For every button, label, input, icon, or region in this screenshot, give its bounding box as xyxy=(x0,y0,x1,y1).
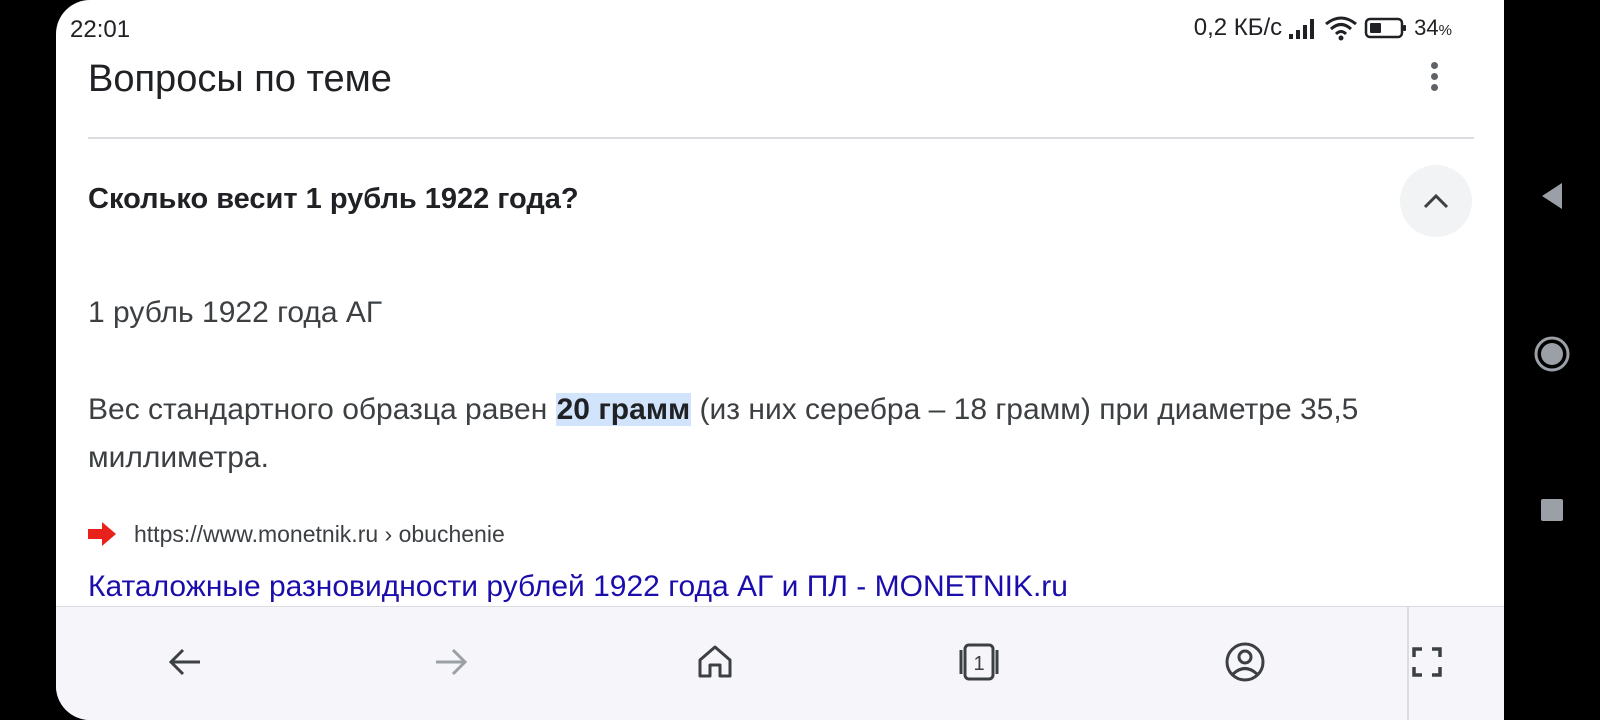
android-nav-bar xyxy=(1504,0,1600,720)
forward-button[interactable] xyxy=(426,637,476,687)
bottom-toolbar: 1 xyxy=(56,606,1504,720)
tab-count: 1 xyxy=(973,653,984,675)
home-icon xyxy=(698,645,732,678)
answer-text: Вес стандартного образца равен 20 грамм … xyxy=(88,386,1478,482)
more-options-button[interactable] xyxy=(1416,58,1452,94)
home-button[interactable] xyxy=(690,637,740,687)
tabs-icon: 1 xyxy=(959,643,999,681)
triangle-back-icon xyxy=(1542,183,1562,209)
red-arrow-favicon-icon xyxy=(88,522,116,546)
status-time: 22:01 xyxy=(70,16,131,43)
fullscreen-button[interactable] xyxy=(1402,637,1452,687)
battery-icon xyxy=(1364,17,1407,39)
square-recents-icon xyxy=(1541,499,1563,521)
answer-text-before: Вес стандартного образца равен xyxy=(88,393,556,426)
more-vert-icon-dot xyxy=(1430,72,1438,80)
more-vert-icon-dot xyxy=(1430,83,1438,91)
source-row[interactable]: https://www.monetnik.ru › obuchenie xyxy=(86,520,505,548)
result-link[interactable]: Каталожные разновидности рублей 1922 год… xyxy=(88,570,1068,604)
more-vert-icon xyxy=(1430,61,1438,69)
signal-icon xyxy=(1289,19,1315,39)
divider xyxy=(88,137,1474,139)
collapse-button[interactable] xyxy=(1400,165,1472,237)
battery-percent: 34% xyxy=(1414,15,1452,40)
chevron-up-icon xyxy=(1423,193,1449,209)
circle-home-icon xyxy=(1534,336,1570,372)
arrow-left-icon xyxy=(168,648,200,676)
answer-title: 1 рубль 1922 года АГ xyxy=(88,296,383,329)
status-bar: 22:01 0,2 КБ/с 34% xyxy=(56,0,1504,56)
section-title: Вопросы по теме xyxy=(88,58,392,100)
answer-highlight: 20 грамм xyxy=(555,393,692,426)
nav-recents-button[interactable] xyxy=(1530,488,1574,532)
nav-back-button[interactable] xyxy=(1530,174,1574,218)
status-right: 0,2 КБ/с 34% xyxy=(1194,14,1452,42)
profile-button[interactable] xyxy=(1220,637,1270,687)
network-speed: 0,2 КБ/с xyxy=(1193,14,1283,41)
source-url[interactable]: https://www.monetnik.ru › obuchenie xyxy=(134,521,505,548)
fullscreen-icon xyxy=(1412,647,1442,677)
arrow-right-icon xyxy=(436,648,468,676)
back-button[interactable] xyxy=(160,637,210,687)
account-icon xyxy=(1225,642,1265,682)
nav-home-button[interactable] xyxy=(1530,332,1574,376)
tabs-button[interactable]: 1 xyxy=(954,637,1004,687)
question-text[interactable]: Сколько весит 1 рубль 1922 года? xyxy=(88,183,579,216)
browser-screen: 22:01 0,2 КБ/с 34% Вопросы по теме Сколь… xyxy=(56,0,1504,720)
wifi-icon xyxy=(1325,16,1358,41)
